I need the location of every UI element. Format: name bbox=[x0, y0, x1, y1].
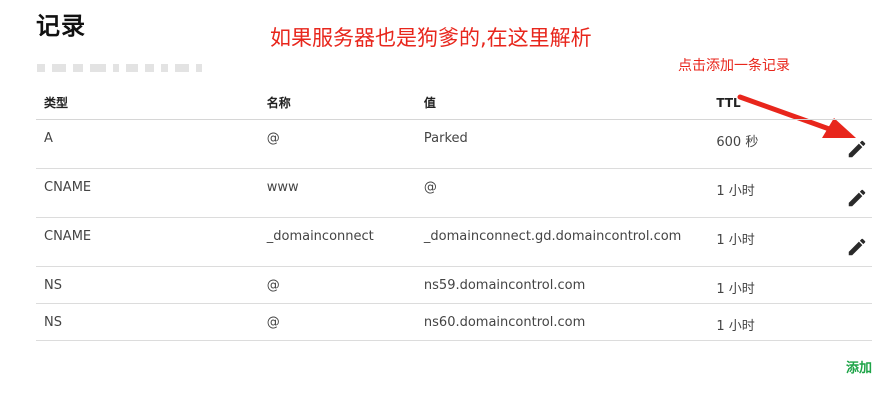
record-ttl: 1 小时 bbox=[716, 282, 755, 297]
record-value: @ bbox=[423, 180, 437, 195]
record-type: NS bbox=[44, 315, 62, 330]
pencil-icon[interactable] bbox=[846, 236, 868, 258]
pencil-icon[interactable] bbox=[846, 138, 868, 160]
table-row: CNAME _domainconnect _domainconnect.gd.d… bbox=[36, 217, 872, 267]
table-row: NS @ ns60.domaincontrol.com 1 小时 bbox=[36, 303, 872, 341]
table-row: CNAME www @ 1 小时 bbox=[36, 168, 872, 218]
record-name: @ bbox=[266, 315, 280, 330]
record-ttl: 1 小时 bbox=[716, 319, 755, 334]
add-record-button[interactable]: 添加 bbox=[846, 357, 872, 376]
record-type: A bbox=[44, 131, 53, 146]
record-name: www bbox=[266, 180, 299, 195]
header-name: 名称 bbox=[258, 86, 416, 120]
dns-records-table: 类型 名称 值 TTL A @ Parked 600 秒 CNAME www @… bbox=[36, 86, 872, 341]
record-value: Parked bbox=[423, 131, 468, 146]
record-ttl: 600 秒 bbox=[716, 135, 759, 150]
record-value: ns59.domaincontrol.com bbox=[423, 278, 586, 293]
header-ttl: TTL bbox=[708, 86, 864, 120]
empty-action-cell bbox=[864, 266, 872, 304]
pencil-icon[interactable] bbox=[846, 187, 868, 209]
record-ttl: 1 小时 bbox=[716, 184, 755, 199]
record-type: NS bbox=[44, 278, 62, 293]
record-type: CNAME bbox=[44, 180, 92, 195]
header-type: 类型 bbox=[36, 86, 259, 120]
record-value: _domainconnect.gd.domaincontrol.com bbox=[423, 229, 682, 244]
header-value: 值 bbox=[415, 86, 709, 120]
record-name: @ bbox=[266, 278, 280, 293]
table-row: A @ Parked 600 秒 bbox=[36, 119, 872, 169]
header-actions bbox=[864, 86, 872, 120]
record-name: @ bbox=[266, 131, 280, 146]
record-name: _domainconnect bbox=[266, 229, 374, 244]
empty-action-cell bbox=[864, 303, 872, 341]
redacted-domain bbox=[37, 64, 202, 72]
record-type: CNAME bbox=[44, 229, 92, 244]
record-value: ns60.domaincontrol.com bbox=[423, 315, 586, 330]
table-header-row: 类型 名称 值 TTL bbox=[36, 86, 872, 120]
record-ttl: 1 小时 bbox=[716, 233, 755, 248]
table-row: NS @ ns59.domaincontrol.com 1 小时 bbox=[36, 266, 872, 304]
